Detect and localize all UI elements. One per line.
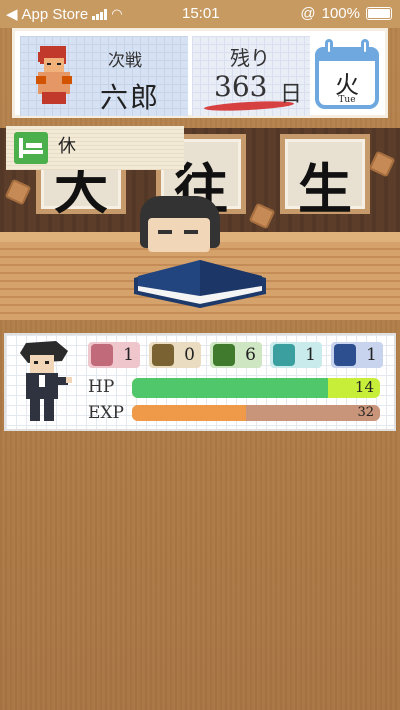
stat-green-dice: 6 [210,342,262,368]
next-match-label: 次戦 [108,51,142,71]
battery-percent: 100% [321,5,360,22]
wifi-icon: ◠ [111,6,123,21]
activity-status-tag: 休 [6,126,184,170]
weekday-en: Tue [338,95,356,105]
back-chevron-icon: ◀ [6,6,18,23]
hp-label: HP [88,377,115,397]
remaining-label: 残り [230,46,270,70]
shield-icon [152,344,174,366]
next-match-panel[interactable]: 次戦 六郎 [20,36,188,116]
status-right: @ 100% [300,5,392,22]
exp-bar: 32 [132,405,380,421]
player-avatar-icon [20,341,72,421]
orientation-lock-icon: @ [300,5,316,22]
open-book-icon [134,260,266,308]
blue-dice-icon [334,344,356,366]
clock: 15:01 [182,5,220,22]
schedule-card: 次戦 六郎 残り 363 日 火 Tue [12,28,388,118]
back-to-app-store[interactable]: ◀ App Store ◠ [6,5,123,24]
player-stats-panel: 1 0 6 1 1 HP 14 EXP 32 [4,333,396,431]
stat-strength: 1 [88,342,140,368]
remaining-unit: 日 [280,82,303,107]
exp-label: EXP [88,403,124,423]
battery-icon [366,7,392,20]
stat-defense: 0 [149,342,201,368]
remaining-days: 363 [214,70,268,103]
signal-icon [92,8,108,20]
fist-icon [91,344,113,366]
stat-blue-dice: 1 [331,342,383,368]
sleeping-student[interactable] [130,196,270,320]
activity-status-label: 休 [58,136,76,157]
back-label: App Store [21,5,89,23]
calendar-icon[interactable]: 火 Tue [311,37,383,111]
stat-teal-dice: 1 [270,342,322,368]
hp-fill [132,378,328,398]
wall-scroll-3: 生 [280,134,370,221]
exp-value: 32 [357,405,374,420]
status-bar: ◀ App Store ◠ 15:01 @ 100% [0,0,400,28]
hp-bar: 14 [132,378,380,398]
opponent-portrait-icon [36,46,72,104]
green-dice-icon [213,344,235,366]
student-face [148,218,210,252]
hp-value: 14 [354,378,374,396]
opponent-name: 六郎 [100,81,161,114]
bed-icon [14,132,48,164]
days-remaining-panel: 残り 363 日 [192,36,310,116]
teal-dice-icon [273,344,295,366]
exp-fill [132,405,247,421]
